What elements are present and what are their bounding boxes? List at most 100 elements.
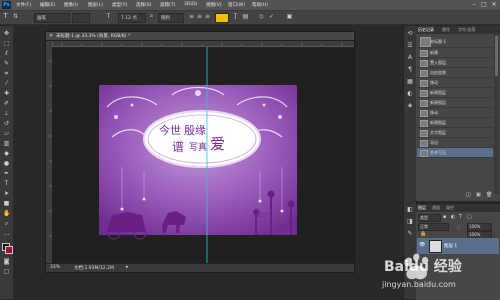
align-right-icon[interactable]: ≡: [204, 13, 211, 20]
zoom-level[interactable]: 33%: [50, 265, 60, 270]
menu-image[interactable]: 图像(I): [64, 2, 78, 8]
maximize-icon[interactable]: □: [480, 1, 488, 8]
filter-adjust-icon[interactable]: ◐: [451, 214, 455, 220]
history-item[interactable]: 置入图层: [417, 58, 493, 68]
character-panel-icon[interactable]: ▤: [242, 13, 249, 20]
align-left-icon[interactable]: ≡: [188, 13, 195, 20]
tab-character[interactable]: 字符 段落: [458, 27, 475, 33]
character-panel-icon[interactable]: A: [406, 54, 414, 62]
healing-tool-icon[interactable]: ✚: [3, 90, 10, 97]
filter-pixel-icon[interactable]: ▪: [443, 214, 446, 220]
tab-properties[interactable]: 属性: [442, 27, 450, 33]
close-icon[interactable]: ✕: [490, 1, 498, 8]
lasso-tool-icon[interactable]: ℓ: [3, 50, 10, 57]
delete-state-icon[interactable]: 🗑: [486, 192, 492, 198]
adjustments-panel-icon[interactable]: ◐: [406, 90, 414, 98]
document-tab[interactable]: ✕ 未标题-1 @ 33.3% (背景, RGB/8) *: [46, 32, 354, 41]
history-item[interactable]: 移动: [417, 78, 493, 88]
background-color-swatch[interactable]: [5, 246, 13, 254]
status-arrow-icon[interactable]: ▸: [126, 264, 129, 270]
new-document-icon[interactable]: ▣: [476, 192, 481, 198]
dodge-tool-icon[interactable]: ●: [3, 160, 10, 167]
history-snapshot[interactable]: 未标题-1: [417, 35, 493, 48]
shape-tool-icon[interactable]: ■: [3, 200, 10, 207]
crop-tool-icon[interactable]: ⌗: [3, 70, 10, 77]
blur-tool-icon[interactable]: ◆: [3, 150, 10, 157]
text-color-swatch[interactable]: [215, 13, 229, 23]
path-select-tool-icon[interactable]: ➤: [3, 190, 10, 197]
artwork-image: [99, 47, 297, 263]
warp-text-icon[interactable]: Ṯ: [232, 13, 239, 20]
screen-mode-icon[interactable]: ▢: [3, 268, 10, 275]
text-tool-icon[interactable]: T: [2, 13, 9, 20]
gradient-tool-icon[interactable]: ▥: [3, 140, 10, 147]
document-size-info[interactable]: 文档:1.93M/12.2M: [74, 265, 114, 271]
layer-kind-filter[interactable]: 类型: [418, 214, 441, 222]
quick-mask-icon[interactable]: ◙: [3, 258, 10, 265]
history-item-selected[interactable]: 合并可见: [417, 148, 493, 158]
menu-help[interactable]: 帮助(H): [252, 2, 268, 8]
anti-alias-select[interactable]: 锐利: [158, 13, 184, 23]
menu-file[interactable]: 文件(F): [16, 2, 31, 8]
history-item[interactable]: 导出: [417, 138, 493, 148]
zoom-tool-icon[interactable]: ⌕: [3, 220, 10, 227]
font-family-select[interactable]: 画笔: [34, 13, 70, 23]
opacity-label-icon: ◌: [457, 224, 461, 229]
history-item[interactable]: 新建图层: [417, 88, 493, 98]
eyedropper-tool-icon[interactable]: ⁄: [3, 80, 10, 87]
stamp-tool-icon[interactable]: ⊥: [3, 110, 10, 117]
paragraph-panel-icon[interactable]: ¶: [406, 66, 414, 74]
quick-select-tool-icon[interactable]: ✎: [3, 60, 10, 67]
menu-filter[interactable]: 滤镜(T): [160, 2, 175, 8]
menu-select[interactable]: 选择(S): [136, 2, 151, 8]
commit-icon[interactable]: ✓: [268, 13, 275, 20]
cancel-icon[interactable]: ⦸: [258, 13, 265, 20]
font-size-field[interactable]: 7.12 点: [118, 13, 146, 23]
tab-close-icon[interactable]: ✕: [49, 33, 53, 39]
styles-panel-icon[interactable]: ◈: [406, 102, 414, 110]
tab-history[interactable]: 历史记录: [418, 27, 434, 33]
filter-shape-icon[interactable]: ▢: [467, 214, 472, 220]
marquee-tool-icon[interactable]: ⬚: [3, 40, 10, 47]
move-tool-icon[interactable]: ✥: [3, 30, 10, 37]
history-item[interactable]: 自由变换: [417, 68, 493, 78]
menu-window[interactable]: 窗口(W): [228, 2, 245, 8]
swatches-panel-icon[interactable]: ▦: [406, 78, 414, 86]
canvas-area[interactable]: 今世 殷缘 谱 写真 爱 设计: [52, 47, 354, 263]
history-panel-icon[interactable]: ⟲: [406, 30, 414, 38]
font-style-select[interactable]: [72, 13, 90, 23]
minimize-icon[interactable]: –: [470, 1, 478, 8]
menu-edit[interactable]: 编辑(E): [40, 2, 55, 8]
history-item[interactable]: 新建图层: [417, 118, 493, 128]
history-item[interactable]: 新建: [417, 48, 493, 58]
history-item[interactable]: 文字图层: [417, 128, 493, 138]
history-scrollbar[interactable]: [494, 34, 499, 194]
menu-type[interactable]: 类型(Y): [112, 2, 127, 8]
history-item[interactable]: 新建图层: [417, 98, 493, 108]
tab-paths[interactable]: 路径: [446, 205, 454, 211]
properties-panel-icon[interactable]: ☰: [406, 42, 414, 50]
orientation-icon[interactable]: ⇅: [12, 13, 19, 20]
menu-layer[interactable]: 图层(L): [88, 2, 103, 8]
hand-tool-icon[interactable]: ✋: [3, 210, 10, 217]
history-brush-tool-icon[interactable]: ↺: [3, 120, 10, 127]
paths-panel-icon[interactable]: ✎: [406, 230, 414, 238]
menu-view[interactable]: 视图(V): [206, 2, 222, 8]
new-snapshot-icon[interactable]: ◫: [466, 192, 471, 198]
lock-icon[interactable]: 🔒: [420, 231, 426, 237]
history-item[interactable]: 移动: [417, 108, 493, 118]
channels-panel-icon[interactable]: ◨: [406, 218, 414, 226]
more-tools-icon[interactable]: …: [3, 230, 10, 237]
menu-3d[interactable]: 3D(D): [184, 2, 197, 7]
3d-text-icon[interactable]: ▣: [286, 13, 293, 20]
tab-layers[interactable]: 图层: [418, 205, 426, 211]
brush-tool-icon[interactable]: ✐: [3, 100, 10, 107]
eraser-tool-icon[interactable]: ▱: [3, 130, 10, 137]
filter-type-icon[interactable]: T: [459, 214, 462, 220]
align-center-icon[interactable]: ≡: [196, 13, 203, 20]
pen-tool-icon[interactable]: ✒: [3, 170, 10, 177]
tab-channels[interactable]: 通道: [432, 205, 440, 211]
type-tool-icon[interactable]: T: [3, 180, 10, 187]
layers-panel-icon[interactable]: ◧: [406, 206, 414, 214]
menu-bar: Ps 文件(F) 编辑(E) 图像(I) 图层(L) 类型(Y) 选择(S) 滤…: [0, 0, 500, 11]
